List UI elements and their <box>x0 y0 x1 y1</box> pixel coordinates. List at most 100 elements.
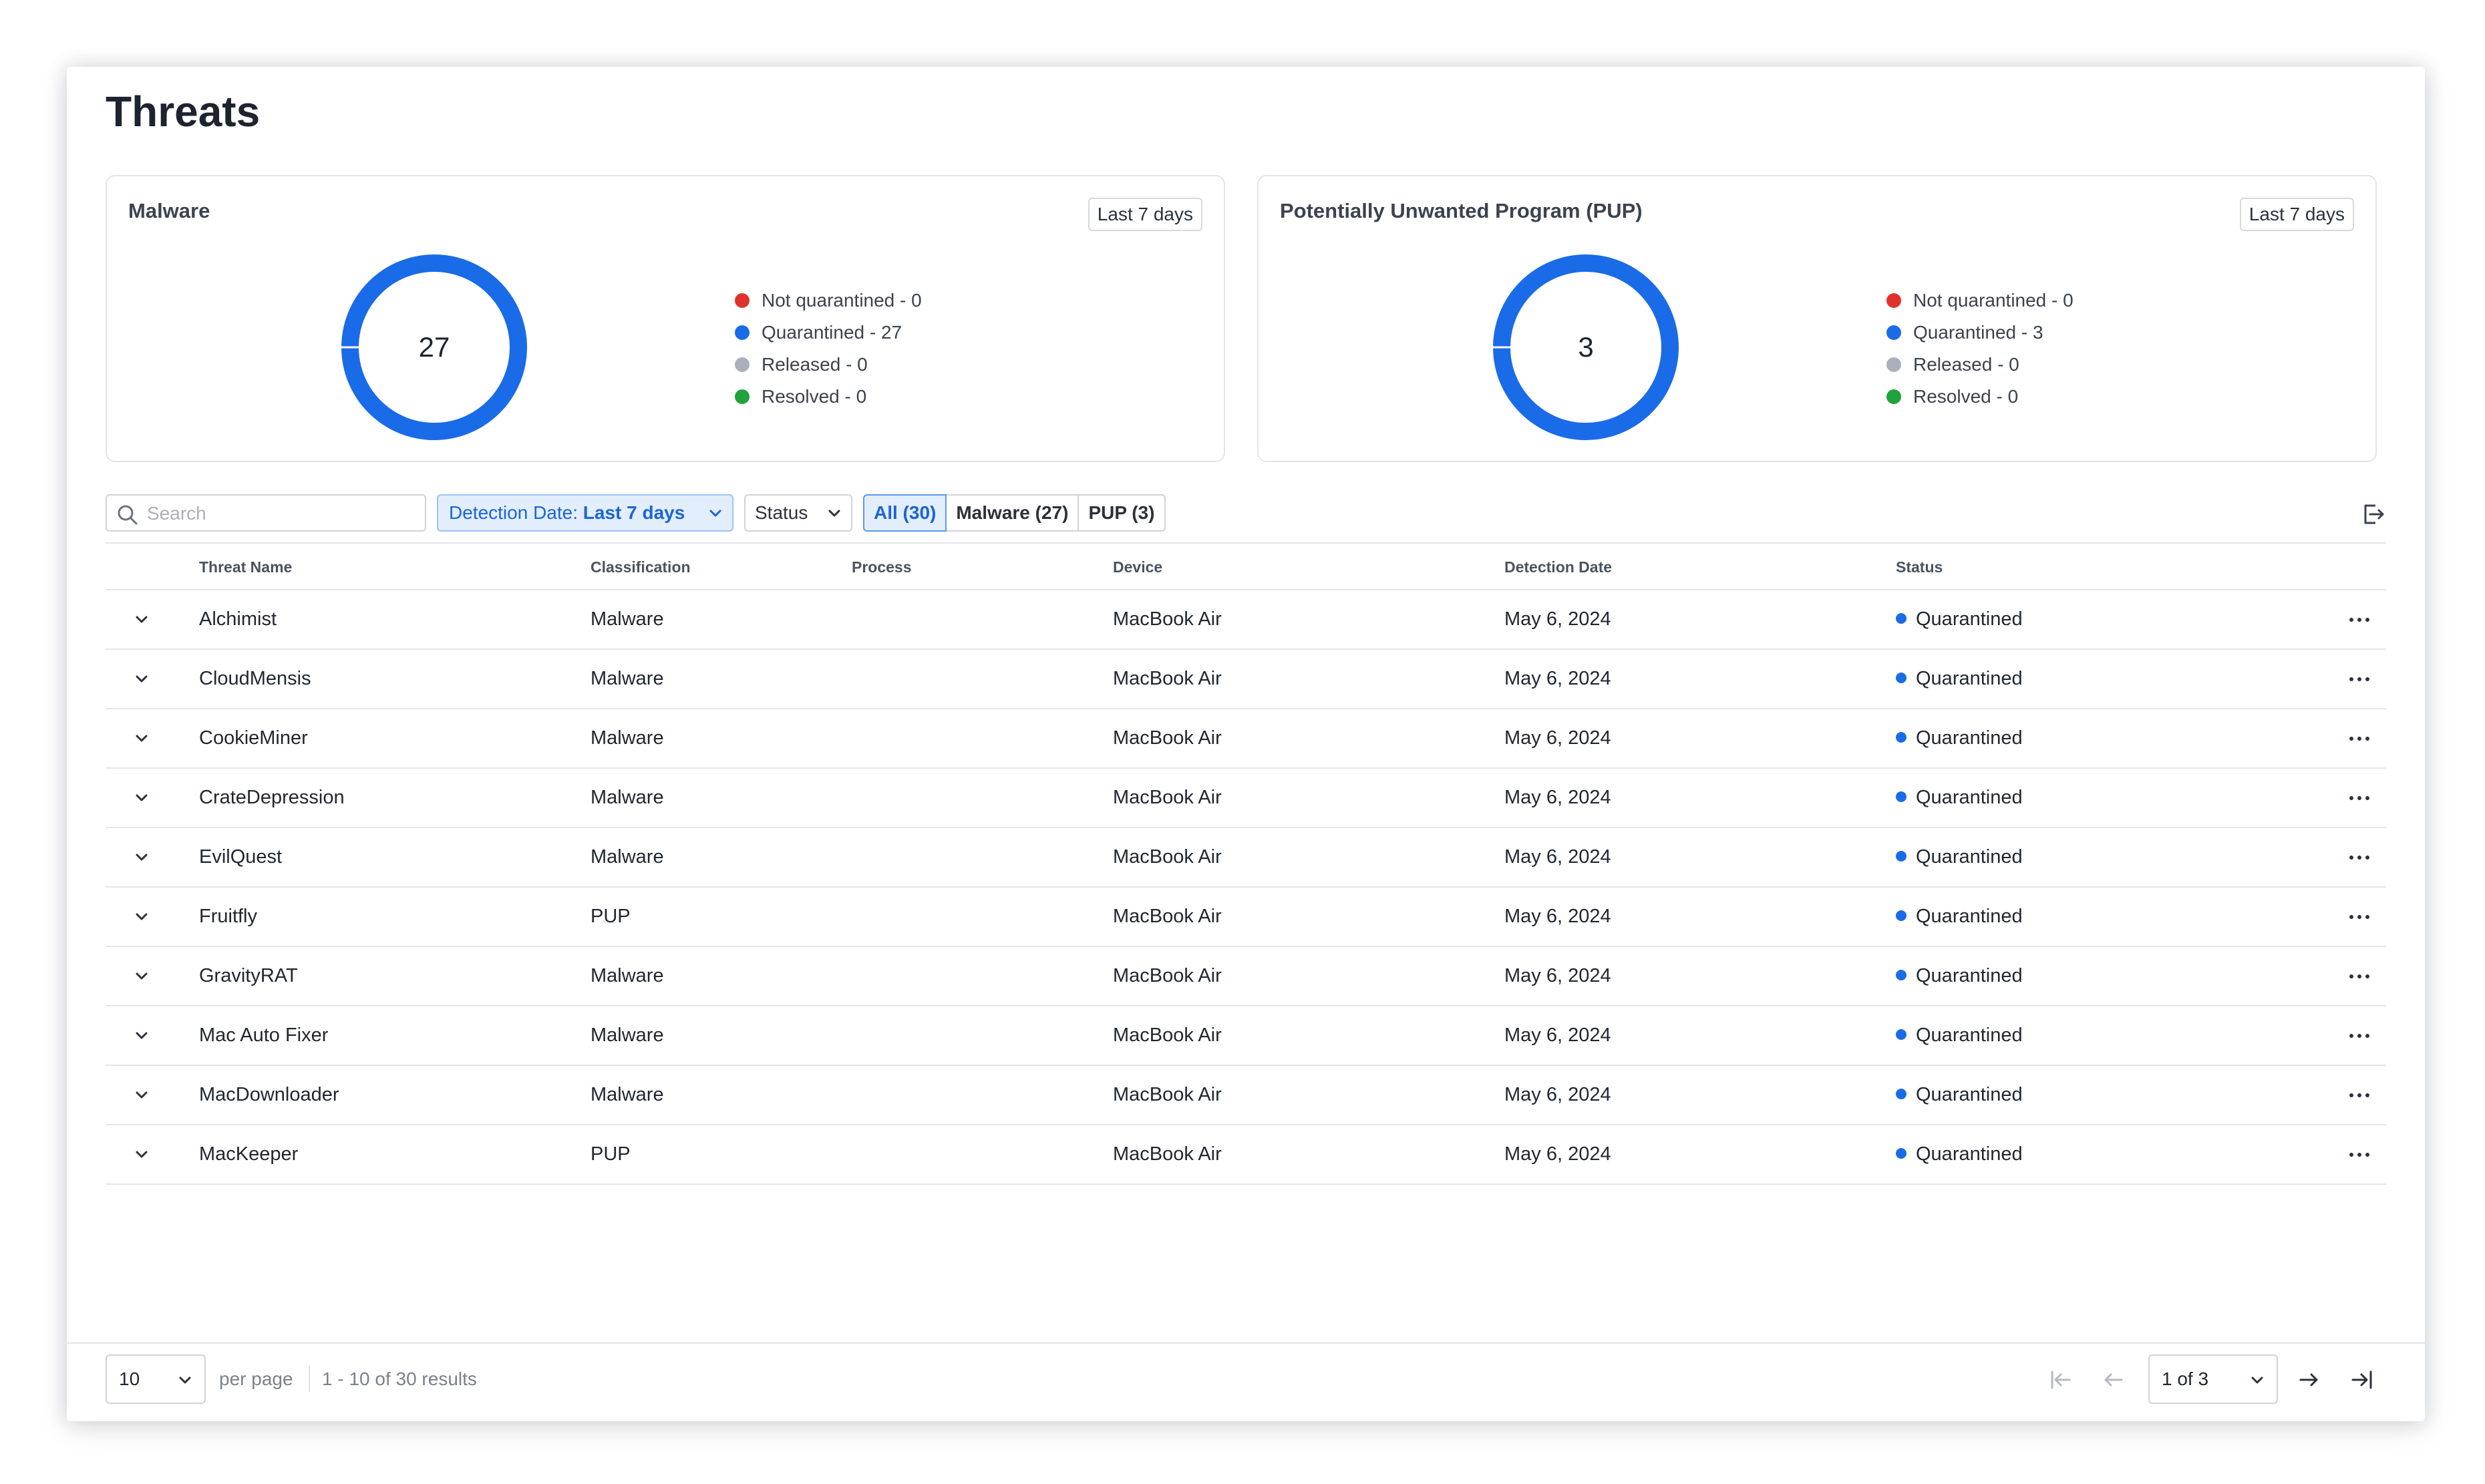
cell-detection-date: May 6, 2024 <box>1504 846 1611 868</box>
chevron-down-icon <box>179 1376 191 1384</box>
column-header-status[interactable]: Status <box>1896 544 1943 590</box>
more-actions-icon[interactable] <box>2346 914 2373 920</box>
expand-row-chevron-icon[interactable] <box>132 789 151 807</box>
expand-row-chevron-icon[interactable] <box>132 1145 151 1164</box>
cell-classification: Malware <box>591 727 664 749</box>
detection-date-filter[interactable]: Detection Date: Last 7 days <box>437 494 733 532</box>
donut-legend: Not quarantined - 0 Quarantined - 3 Rele… <box>1886 285 2074 413</box>
cell-status: Quarantined <box>1896 650 2023 708</box>
table-row[interactable]: Mac Auto Fixer Malware MacBook Air May 6, 2… <box>106 1006 2386 1066</box>
legend-label: Not quarantined - 0 <box>1913 290 2074 311</box>
status-dot-icon <box>1896 970 1907 980</box>
more-actions-icon[interactable] <box>2346 1152 2373 1157</box>
cell-status: Quarantined <box>1896 888 2023 946</box>
expand-row-chevron-icon[interactable] <box>132 610 151 629</box>
status-label: Quarantined <box>1916 1084 2023 1105</box>
first-page-icon[interactable] <box>2047 1366 2074 1393</box>
legend-item-resolved: Resolved - 0 <box>1886 381 2074 413</box>
segment-all[interactable]: All (30) <box>863 494 947 532</box>
cell-threat-name: EvilQuest <box>199 846 283 868</box>
more-actions-icon[interactable] <box>2346 736 2373 741</box>
per-page-select[interactable]: 10 <box>106 1354 206 1404</box>
table-row[interactable]: MacDownloader Malware MacBook Air May 6, 20… <box>106 1066 2386 1125</box>
page-select-value: 1 of 3 <box>2162 1368 2209 1389</box>
card-title: Malware <box>128 199 210 222</box>
expand-row-chevron-icon[interactable] <box>132 670 151 689</box>
table-row[interactable]: CrateDepression Malware MacBook Air May 6, … <box>106 769 2386 828</box>
more-actions-icon[interactable] <box>2346 677 2373 682</box>
table-row[interactable]: CloudMensis Malware MacBook Air May 6, 2024… <box>106 650 2386 709</box>
expand-row-chevron-icon[interactable] <box>132 908 151 926</box>
export-icon[interactable] <box>2359 501 2386 528</box>
legend-label: Quarantined - 3 <box>1913 322 2043 343</box>
pup-summary-card: Potentially Unwanted Program (PUP) Last … <box>1257 175 2377 462</box>
cell-status: Quarantined <box>1896 828 2023 886</box>
range-selector[interactable]: Last 7 days <box>2239 198 2354 231</box>
more-actions-icon[interactable] <box>2346 617 2373 622</box>
status-label: Quarantined <box>1916 787 2023 808</box>
previous-page-icon[interactable] <box>2100 1366 2127 1393</box>
table-row[interactable]: GravityRAT Malware MacBook Air May 6, 2024 Q… <box>106 947 2386 1006</box>
more-actions-icon[interactable] <box>2346 1033 2373 1039</box>
gray-dot-icon <box>1886 357 1901 372</box>
pagination-bar: 10 per page 1 - 10 of 30 results 1 of 3 <box>67 1342 2425 1421</box>
column-header-process[interactable]: Process <box>852 544 912 590</box>
range-selector[interactable]: Last 7 days <box>1088 198 1202 231</box>
cell-device: MacBook Air <box>1113 1084 1222 1105</box>
table-row[interactable]: MacKeeper PUP MacBook Air May 6, 2024 Quaran… <box>106 1125 2386 1185</box>
page-select[interactable]: 1 of 3 <box>2148 1354 2278 1404</box>
pup-donut-chart: 3 <box>1491 252 1681 442</box>
column-header-classification[interactable]: Classification <box>591 544 691 590</box>
status-dot-icon <box>1896 732 1907 743</box>
cell-threat-name: CloudMensis <box>199 668 311 689</box>
expand-row-chevron-icon[interactable] <box>132 967 151 986</box>
per-page-label: per page <box>219 1368 293 1389</box>
legend-item-quarantined: Quarantined - 27 <box>735 317 922 349</box>
search-box <box>106 494 426 532</box>
cell-status: Quarantined <box>1896 769 2023 827</box>
table-header: Threat Name Classification Process Devic… <box>106 542 2386 590</box>
cell-device: MacBook Air <box>1113 1025 1222 1046</box>
table-row[interactable]: Alchimist Malware MacBook Air May 6, 2024 Qu… <box>106 590 2386 650</box>
table-row[interactable]: EvilQuest Malware MacBook Air May 6, 2024 Qu… <box>106 828 2386 888</box>
expand-row-chevron-icon[interactable] <box>132 1027 151 1045</box>
divider <box>309 1365 310 1392</box>
segment-malware[interactable]: Malware (27) <box>945 494 1080 532</box>
chevron-down-icon <box>828 510 840 517</box>
status-label: Quarantined <box>1916 906 2023 927</box>
expand-row-chevron-icon[interactable] <box>132 729 151 748</box>
legend-label: Resolved - 0 <box>762 386 867 407</box>
status-dot-icon <box>1896 673 1907 683</box>
status-filter[interactable]: Status <box>744 494 852 532</box>
cell-device: MacBook Air <box>1113 787 1222 808</box>
segment-pup[interactable]: PUP (3) <box>1078 494 1166 532</box>
table-row[interactable]: CookieMiner Malware MacBook Air May 6, 2024… <box>106 709 2386 769</box>
legend-item-resolved: Resolved - 0 <box>735 381 922 413</box>
last-page-icon[interactable] <box>2349 1366 2375 1393</box>
more-actions-icon[interactable] <box>2346 974 2373 979</box>
classification-segmented-control: All (30) Malware (27) PUP (3) <box>863 494 1166 532</box>
more-actions-icon[interactable] <box>2346 855 2373 860</box>
cell-classification: Malware <box>591 1084 664 1105</box>
status-label: Quarantined <box>1916 965 2023 986</box>
column-header-detection-date[interactable]: Detection Date <box>1504 544 1612 590</box>
expand-row-chevron-icon[interactable] <box>132 1086 151 1105</box>
table-row[interactable]: Fruitfly PUP MacBook Air May 6, 2024 Quarant… <box>106 888 2386 947</box>
cell-device: MacBook Air <box>1113 1143 1222 1165</box>
status-dot-icon <box>1896 1029 1907 1040</box>
cell-classification: Malware <box>591 846 664 868</box>
more-actions-icon[interactable] <box>2346 1093 2373 1098</box>
column-header-threat-name[interactable]: Threat Name <box>199 544 292 590</box>
column-header-device[interactable]: Device <box>1113 544 1162 590</box>
status-label: Quarantined <box>1916 1143 2023 1165</box>
legend-item-not-quarantined: Not quarantined - 0 <box>1886 285 2074 317</box>
status-dot-icon <box>1896 910 1907 921</box>
filter-toolbar: Detection Date: Last 7 days Status All (… <box>106 493 2386 533</box>
next-page-icon[interactable] <box>2295 1366 2322 1393</box>
search-input[interactable] <box>147 501 414 526</box>
expand-row-chevron-icon[interactable] <box>132 848 151 867</box>
cell-status: Quarantined <box>1896 1125 2023 1183</box>
more-actions-icon[interactable] <box>2346 795 2373 801</box>
legend-item-released: Released - 0 <box>1886 349 2074 381</box>
cell-status: Quarantined <box>1896 947 2023 1005</box>
